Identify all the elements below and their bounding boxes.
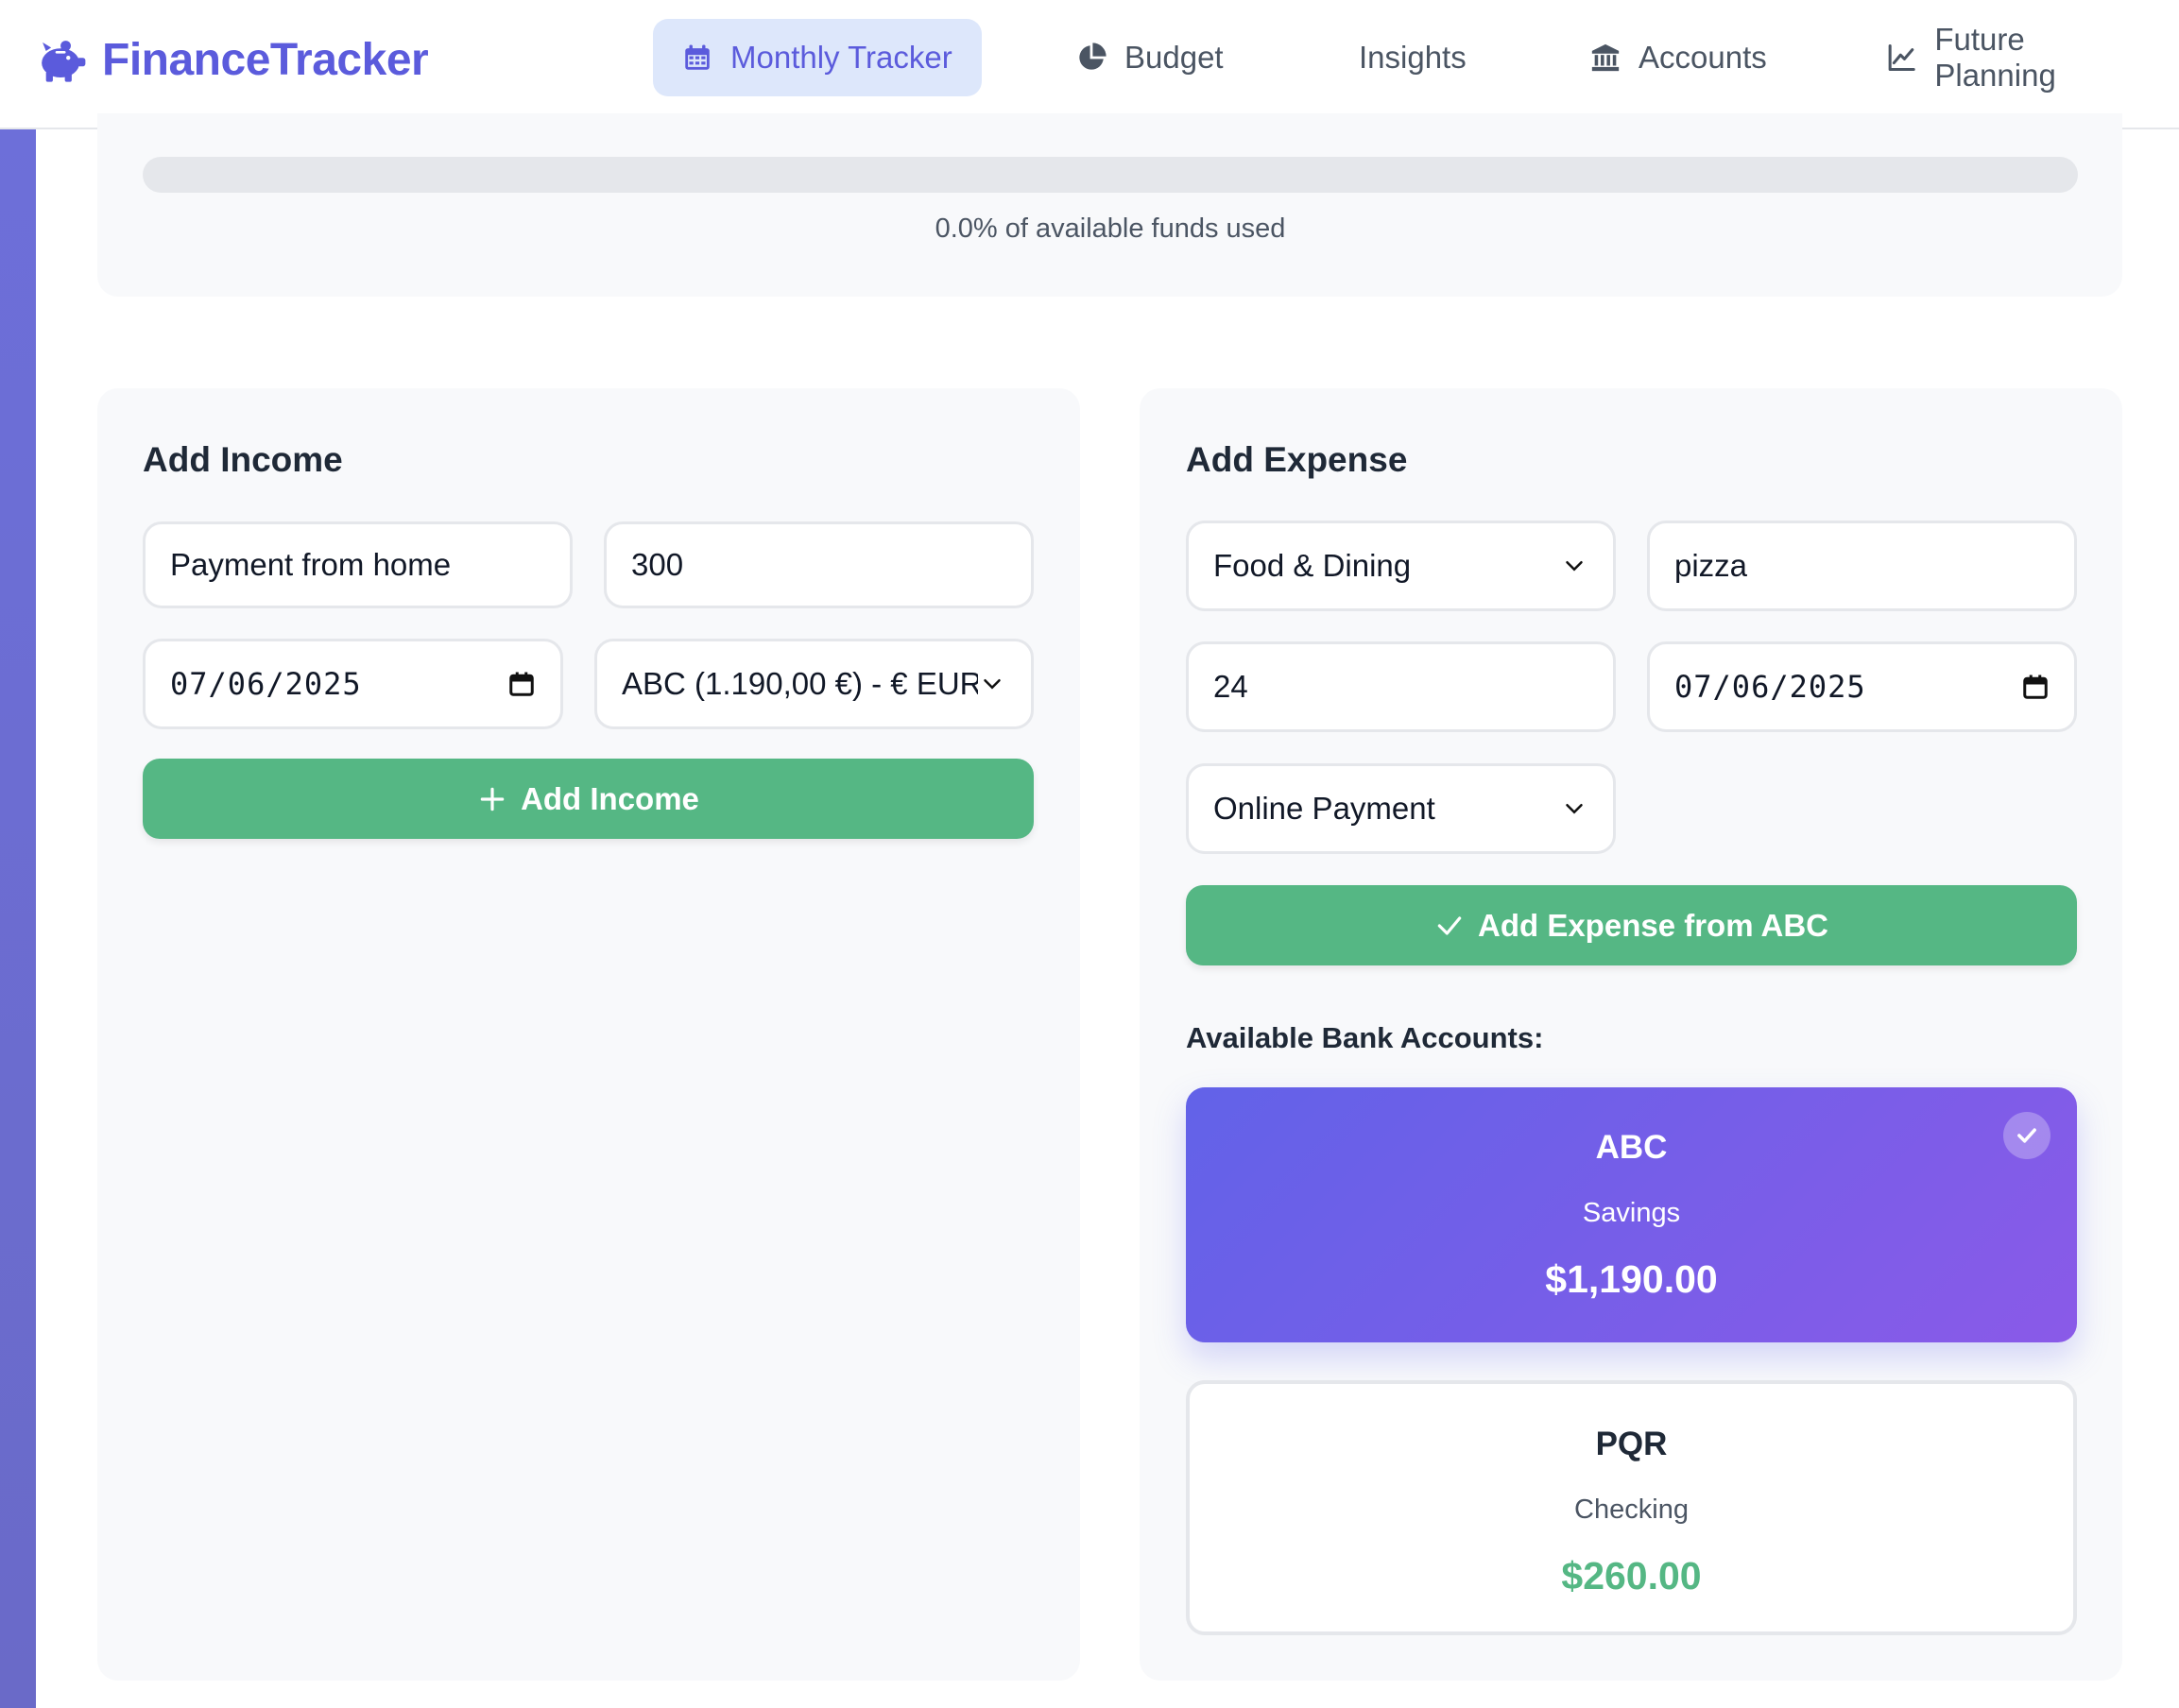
add-income-button-label: Add Income bbox=[521, 780, 699, 816]
tab-label: Insights bbox=[1359, 40, 1467, 75]
plus-icon bbox=[480, 787, 505, 811]
account-name: PQR bbox=[1595, 1426, 1668, 1462]
brand[interactable]: FinanceTracker bbox=[34, 28, 429, 91]
account-card-pqr[interactable]: PQR Checking $260.00 bbox=[1186, 1380, 2077, 1635]
available-accounts-label: Available Bank Accounts: bbox=[1186, 1021, 1544, 1054]
expense-amount-input[interactable]: 24 bbox=[1186, 641, 1616, 732]
calendar-picker-icon[interactable] bbox=[507, 670, 536, 698]
expense-description-input[interactable]: pizza bbox=[1647, 521, 2077, 611]
income-date-input[interactable]: 07/06/2025 bbox=[143, 639, 563, 729]
pie-chart-icon bbox=[1079, 43, 1107, 70]
tab-future-planning[interactable]: Future Planning bbox=[1858, 19, 2179, 96]
funds-usage-text: 0.0% of available funds used bbox=[935, 214, 1286, 244]
tab-monthly-tracker[interactable]: Monthly Tracker bbox=[653, 19, 982, 96]
piggy-bank-icon bbox=[42, 41, 86, 82]
tab-insights[interactable]: Insights bbox=[1330, 19, 1495, 96]
expense-payment-method-value: Online Payment bbox=[1213, 791, 1435, 826]
funds-usage-panel bbox=[97, 113, 2122, 297]
expense-payment-method-select[interactable]: Online Payment bbox=[1186, 763, 1616, 854]
income-account-select[interactable]: ABC (1.190,00 €) - € EUR bbox=[594, 639, 1034, 729]
tab-label: Accounts bbox=[1639, 40, 1767, 75]
sidebar-strip bbox=[0, 128, 36, 1708]
income-amount-value: 300 bbox=[631, 547, 684, 582]
top-navigation-bar: FinanceTracker Monthly Tracker Budget In… bbox=[0, 0, 2179, 129]
app-name: FinanceTracker bbox=[102, 34, 429, 85]
account-balance: $260.00 bbox=[1561, 1554, 1702, 1597]
account-card-abc[interactable]: ABC Savings $1,190.00 bbox=[1186, 1087, 2077, 1342]
income-description-input[interactable]: Payment from home bbox=[143, 521, 573, 608]
tab-budget[interactable]: Budget bbox=[1047, 19, 1252, 96]
tab-label: Budget bbox=[1124, 40, 1224, 75]
tab-accounts[interactable]: Accounts bbox=[1561, 19, 1795, 96]
account-type: Checking bbox=[1574, 1494, 1689, 1525]
chevron-down-icon bbox=[978, 670, 1006, 698]
check-icon bbox=[1437, 915, 1462, 935]
expense-category-value: Food & Dining bbox=[1213, 548, 1412, 583]
expense-category-select[interactable]: Food & Dining bbox=[1186, 521, 1616, 611]
line-chart-icon bbox=[1888, 43, 1915, 72]
add-income-title: Add Income bbox=[143, 440, 343, 479]
account-balance: $1,190.00 bbox=[1545, 1257, 1718, 1301]
expense-date-input[interactable]: 07/06/2025 bbox=[1647, 641, 2077, 732]
expense-date-value: 07/06/2025 bbox=[1674, 669, 1866, 705]
account-type: Savings bbox=[1582, 1198, 1681, 1228]
add-expense-button-label: Add Expense from ABC bbox=[1478, 907, 1828, 943]
chevron-down-icon bbox=[1560, 794, 1588, 823]
add-income-button[interactable]: Add Income bbox=[143, 759, 1034, 839]
income-amount-input[interactable]: 300 bbox=[604, 521, 1034, 608]
account-name: ABC bbox=[1595, 1129, 1668, 1166]
income-description-value: Payment from home bbox=[170, 547, 452, 582]
tab-label: Monthly Tracker bbox=[730, 40, 952, 75]
add-expense-title: Add Expense bbox=[1186, 440, 1408, 479]
income-account-value: ABC (1.190,00 €) - € EUR bbox=[622, 666, 978, 701]
income-date-value: 07/06/2025 bbox=[170, 666, 362, 702]
funds-progress-bar bbox=[143, 157, 2078, 193]
add-expense-button[interactable]: Add Expense from ABC bbox=[1186, 885, 2077, 965]
chevron-down-icon bbox=[1560, 552, 1588, 580]
expense-description-value: pizza bbox=[1674, 548, 1748, 583]
bank-icon bbox=[1591, 43, 1620, 72]
tab-label: Future Planning bbox=[1934, 22, 2056, 93]
calendar-icon bbox=[685, 44, 710, 70]
expense-amount-value: 24 bbox=[1213, 669, 1248, 704]
calendar-picker-icon[interactable] bbox=[2021, 673, 2050, 701]
